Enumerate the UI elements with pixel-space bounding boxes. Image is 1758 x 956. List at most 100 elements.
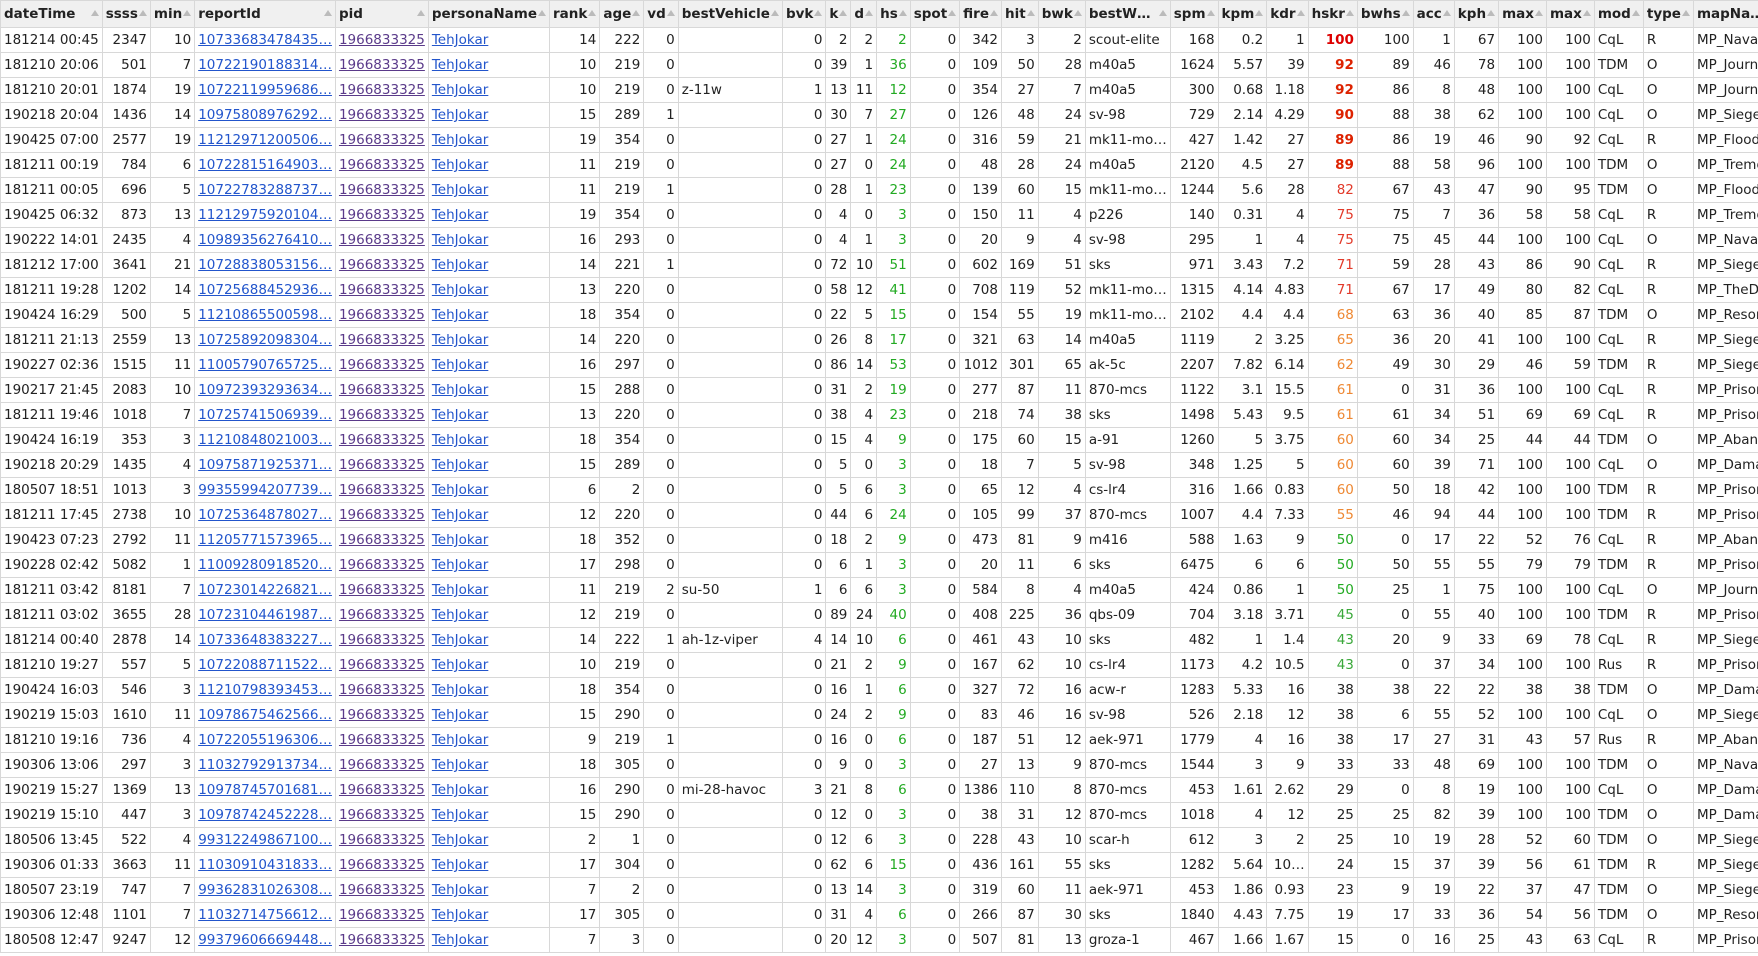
table-row[interactable]: 190306 01:33 3663 11 11030910431833… 1966833… (0, 852, 1758, 878)
report-link[interactable]: 10722783288737… (198, 182, 332, 198)
persona-link[interactable]: TehJokar (432, 782, 488, 798)
pid-link[interactable]: 1966833325 (339, 457, 425, 473)
table-row[interactable]: 181210 19:27 557 5 10722088711522… 196683332… (0, 652, 1758, 678)
pid-link[interactable]: 1966833325 (339, 607, 425, 623)
pid-link[interactable]: 1966833325 (339, 157, 425, 173)
table-row[interactable]: 190424 16:03 546 3 11210798393453… 196683332… (0, 677, 1758, 703)
table-row[interactable]: 190218 20:29 1435 4 10975871925371… 19668333… (0, 452, 1758, 478)
pid-link[interactable]: 1966833325 (339, 732, 425, 748)
report-link[interactable]: 10722119959686… (198, 82, 332, 98)
report-link[interactable]: 11212975920104… (198, 207, 332, 223)
table-row[interactable]: 190218 20:04 1436 14 10975808976292… 1966833… (0, 102, 1758, 128)
pid-link[interactable]: 1966833325 (339, 832, 425, 848)
persona-link[interactable]: TehJokar (432, 832, 488, 848)
table-row[interactable]: 181210 20:01 1874 19 10722119959686… 1966833… (0, 77, 1758, 103)
report-link[interactable]: 10733683478435… (198, 32, 332, 48)
table-row[interactable]: 181211 03:02 3655 28 10723104461987… 1966833… (0, 602, 1758, 628)
pid-link[interactable]: 1966833325 (339, 82, 425, 98)
persona-link[interactable]: TehJokar (432, 882, 488, 898)
column-header[interactable]: dateTime (0, 0, 103, 28)
table-row[interactable]: 190217 21:45 2083 10 10972393293634… 1966833… (0, 377, 1758, 403)
pid-link[interactable]: 1966833325 (339, 482, 425, 498)
pid-link[interactable]: 1966833325 (339, 932, 425, 948)
column-header[interactable]: kpm (1217, 0, 1268, 28)
persona-link[interactable]: TehJokar (432, 532, 488, 548)
report-link[interactable]: 10725892098304… (198, 332, 332, 348)
report-link[interactable]: 10978675462566… (198, 707, 332, 723)
table-row[interactable]: 190306 12:48 1101 7 11032714756612… 19668333… (0, 902, 1758, 928)
pid-link[interactable]: 1966833325 (339, 657, 425, 673)
pid-link[interactable]: 1966833325 (339, 307, 425, 323)
column-header[interactable]: bestVehicle (677, 0, 783, 28)
persona-link[interactable]: TehJokar (432, 32, 488, 48)
report-link[interactable]: 99355994207739… (198, 482, 332, 498)
table-row[interactable]: 180507 18:51 1013 3 99355994207739… 19668333… (0, 477, 1758, 503)
column-header[interactable]: bwk (1037, 0, 1086, 28)
persona-link[interactable]: TehJokar (432, 332, 488, 348)
persona-link[interactable]: TehJokar (432, 257, 488, 273)
table-row[interactable]: 190423 07:23 2792 11 11205771573965… 1966833… (0, 527, 1758, 553)
report-link[interactable]: 10978742452228… (198, 807, 332, 823)
table-row[interactable]: 181212 17:00 3641 21 10728838053156… 1966833… (0, 252, 1758, 278)
pid-link[interactable]: 1966833325 (339, 907, 425, 923)
column-header[interactable]: spot (909, 0, 961, 28)
report-link[interactable]: 11009280918520… (198, 557, 332, 573)
column-header[interactable]: bwhs (1356, 0, 1414, 28)
column-header[interactable]: max (1545, 0, 1595, 28)
pid-link[interactable]: 1966833325 (339, 707, 425, 723)
pid-link[interactable]: 1966833325 (339, 357, 425, 373)
table-row[interactable]: 190219 15:27 1369 13 10978745701681… 1966833… (0, 777, 1758, 803)
persona-link[interactable]: TehJokar (432, 932, 488, 948)
persona-link[interactable]: TehJokar (432, 57, 488, 73)
pid-link[interactable]: 1966833325 (339, 132, 425, 148)
pid-link[interactable]: 1966833325 (339, 807, 425, 823)
table-row[interactable]: 181211 00:05 696 5 10722783288737… 196683332… (0, 177, 1758, 203)
table-row[interactable]: 180506 13:45 522 4 99312249867100… 196683332… (0, 827, 1758, 853)
column-header[interactable]: personaName (427, 0, 551, 28)
report-link[interactable]: 11210798393453… (198, 682, 332, 698)
table-row[interactable]: 180507 23:19 747 7 99362831026308… 196683332… (0, 877, 1758, 903)
table-row[interactable]: 190424 16:19 353 3 11210848021003… 196683332… (0, 427, 1758, 453)
table-row[interactable]: 190219 15:10 447 3 10978742452228… 196683332… (0, 802, 1758, 828)
table-row[interactable]: 181210 20:06 501 7 10722190188314… 196683332… (0, 52, 1758, 78)
pid-link[interactable]: 1966833325 (339, 757, 425, 773)
persona-link[interactable]: TehJokar (432, 857, 488, 873)
persona-link[interactable]: TehJokar (432, 607, 488, 623)
pid-link[interactable]: 1966833325 (339, 382, 425, 398)
table-row[interactable]: 181214 00:40 2878 14 10733648383227… 1966833… (0, 627, 1758, 653)
report-link[interactable]: 11005790765725… (198, 357, 332, 373)
persona-link[interactable]: TehJokar (432, 307, 488, 323)
persona-link[interactable]: TehJokar (432, 82, 488, 98)
table-row[interactable]: 190219 15:03 1610 11 10978675462566… 1966833… (0, 702, 1758, 728)
table-row[interactable]: 190228 02:42 5082 1 11009280918520… 19668333… (0, 552, 1758, 578)
persona-link[interactable]: TehJokar (432, 707, 488, 723)
report-link[interactable]: 99362831026308… (198, 882, 332, 898)
persona-link[interactable]: TehJokar (432, 232, 488, 248)
column-header[interactable]: ssss (101, 0, 151, 28)
column-header[interactable]: hs (876, 0, 911, 28)
table-row[interactable]: 181211 17:45 2738 10 10725364878027… 1966833… (0, 502, 1758, 528)
column-header[interactable]: kph (1453, 0, 1500, 28)
pid-link[interactable]: 1966833325 (339, 507, 425, 523)
report-link[interactable]: 11212971200506… (198, 132, 332, 148)
persona-link[interactable]: TehJokar (432, 357, 488, 373)
column-header[interactable]: k (825, 0, 852, 28)
report-link[interactable]: 10989356276410… (198, 232, 332, 248)
report-link[interactable]: 11210848021003… (198, 432, 332, 448)
report-link[interactable]: 11205771573965… (198, 532, 332, 548)
column-header[interactable]: pid (334, 0, 429, 28)
report-link[interactable]: 11030910431833… (198, 857, 332, 873)
persona-link[interactable]: TehJokar (432, 682, 488, 698)
pid-link[interactable]: 1966833325 (339, 682, 425, 698)
persona-link[interactable]: TehJokar (432, 557, 488, 573)
persona-link[interactable]: TehJokar (432, 382, 488, 398)
column-header[interactable]: min (149, 0, 196, 28)
report-link[interactable]: 10975871925371… (198, 457, 332, 473)
table-row[interactable]: 190222 14:01 2435 4 10989356276410… 19668333… (0, 227, 1758, 253)
persona-link[interactable]: TehJokar (432, 482, 488, 498)
pid-link[interactable]: 1966833325 (339, 532, 425, 548)
pid-link[interactable]: 1966833325 (339, 32, 425, 48)
table-row[interactable]: 181210 19:16 736 4 10722055196306… 196683332… (0, 727, 1758, 753)
column-header[interactable]: rank (548, 0, 601, 28)
pid-link[interactable]: 1966833325 (339, 407, 425, 423)
